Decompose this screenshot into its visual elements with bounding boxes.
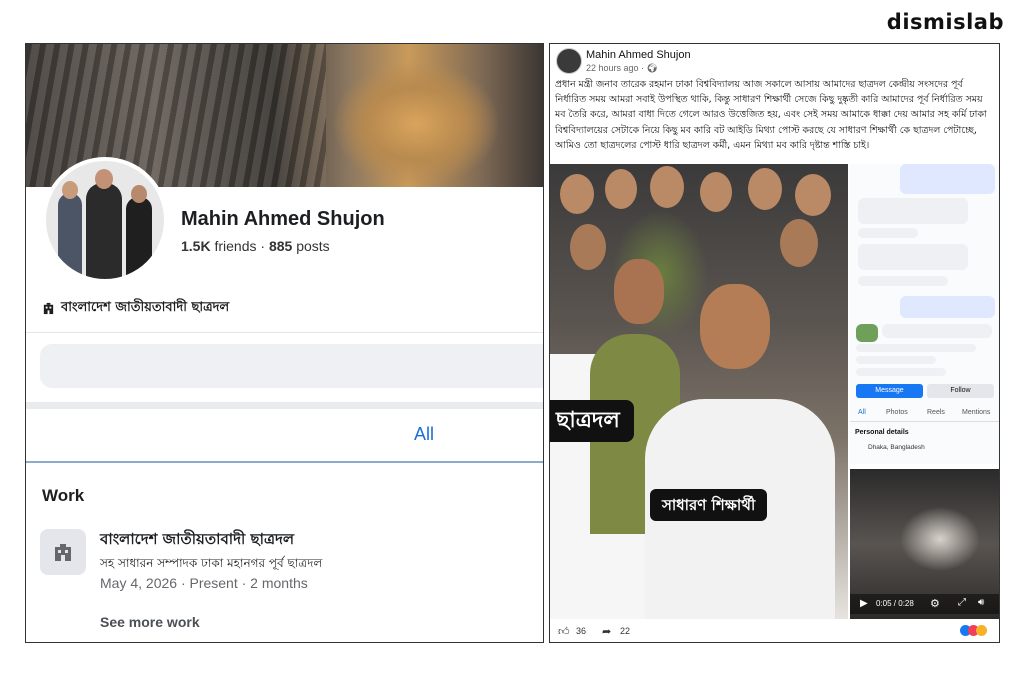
- post-panel: Mahin Ahmed Shujon 22 hours ago · 🌍︎ প্র…: [549, 43, 1000, 643]
- affiliation-text[interactable]: বাংলাদেশ জাতীয়তাবাদী ছাত্রদল: [61, 298, 229, 319]
- work-subtitle: সহ সাধারন সম্পাদক ঢাকা মহানগর পূর্ব ছাত্…: [100, 556, 323, 570]
- settings-icon[interactable]: ⚙︎: [930, 597, 940, 610]
- section-divider: [26, 402, 543, 409]
- tabs-divider: [850, 421, 999, 422]
- building-icon: [43, 302, 54, 315]
- tab-reels[interactable]: Reels: [927, 409, 945, 416]
- post-author[interactable]: Mahin Ahmed Shujon: [586, 49, 691, 61]
- share-icon[interactable]: ➦: [602, 625, 611, 638]
- post-text: প্রধান মন্ত্রী জনাব তারেক রহমান ঢাকা বিশ…: [555, 79, 987, 151]
- profile-panel: Mahin Ahmed Shujon 1.5K friends · 885 po…: [25, 43, 544, 643]
- personal-details-heading: Personal details: [855, 429, 909, 436]
- work-building-icon: [40, 529, 86, 575]
- profile-stats: 1.5K friends · 885 posts: [181, 238, 330, 254]
- tab-underline: [26, 461, 543, 463]
- video-time: 0:05 / 0:28: [876, 599, 914, 608]
- post-image-illustration[interactable]: ছাত্রদল সাধারণ শিক্ষার্থী: [550, 164, 848, 619]
- search-bar[interactable]: [40, 344, 543, 388]
- work-title[interactable]: বাংলাদেশ জাতীয়তাবাদী ছাত্রদল: [100, 528, 294, 553]
- globe-icon: 🌍︎: [646, 63, 658, 73]
- post-time: 22 hours ago · 🌍︎: [586, 63, 658, 73]
- tab-mentions[interactable]: Mentions: [962, 409, 990, 416]
- posts-count: 885: [268, 238, 293, 254]
- reaction-bar: 👍︎ 36 ➦ 22: [550, 621, 999, 642]
- posts-label: posts: [296, 238, 330, 254]
- tab-all[interactable]: All: [414, 424, 434, 445]
- tab-all-small[interactable]: All: [858, 409, 866, 416]
- post-avatar[interactable]: [556, 48, 582, 74]
- tab-photos[interactable]: Photos: [886, 409, 908, 416]
- affiliation: বাংলাদেশ জাতীয়তাবাদী ছাত্রদল: [42, 298, 229, 319]
- brand-logo: dismislab: [886, 10, 1004, 34]
- like-icon[interactable]: 👍︎: [558, 625, 570, 638]
- friends-label[interactable]: friends: [214, 238, 256, 254]
- video-controls: ▶︎ ⚙︎ ⤢ 🔊︎: [850, 594, 999, 614]
- message-button[interactable]: Message: [856, 384, 923, 398]
- art-label-students: সাধারণ শিক্ষার্থী: [650, 489, 768, 521]
- work-heading: Work: [42, 486, 85, 505]
- play-icon[interactable]: ▶︎: [860, 598, 868, 609]
- art-label-chhatradal: ছাত্রদল: [550, 400, 634, 442]
- divider: [26, 332, 543, 333]
- like-count: 36: [576, 626, 587, 636]
- reaction-icons[interactable]: [960, 625, 987, 636]
- friends-count[interactable]: 1.5K: [181, 238, 211, 254]
- volume-icon[interactable]: 🔊︎: [978, 597, 984, 608]
- share-count: 22: [620, 626, 631, 636]
- profile-tabs: All Photos Reels Mentions: [850, 406, 999, 420]
- fullscreen-icon[interactable]: ⤢: [958, 597, 966, 608]
- follow-button[interactable]: Follow: [927, 384, 994, 398]
- work-dates: May 4, 2026 · Present · 2 months: [100, 575, 308, 591]
- location-text: Dhaka, Bangladesh: [868, 444, 925, 451]
- avatar[interactable]: [42, 157, 168, 283]
- profile-name: Mahin Ahmed Shujon: [181, 208, 385, 230]
- see-more-work-button[interactable]: See more work: [100, 614, 200, 630]
